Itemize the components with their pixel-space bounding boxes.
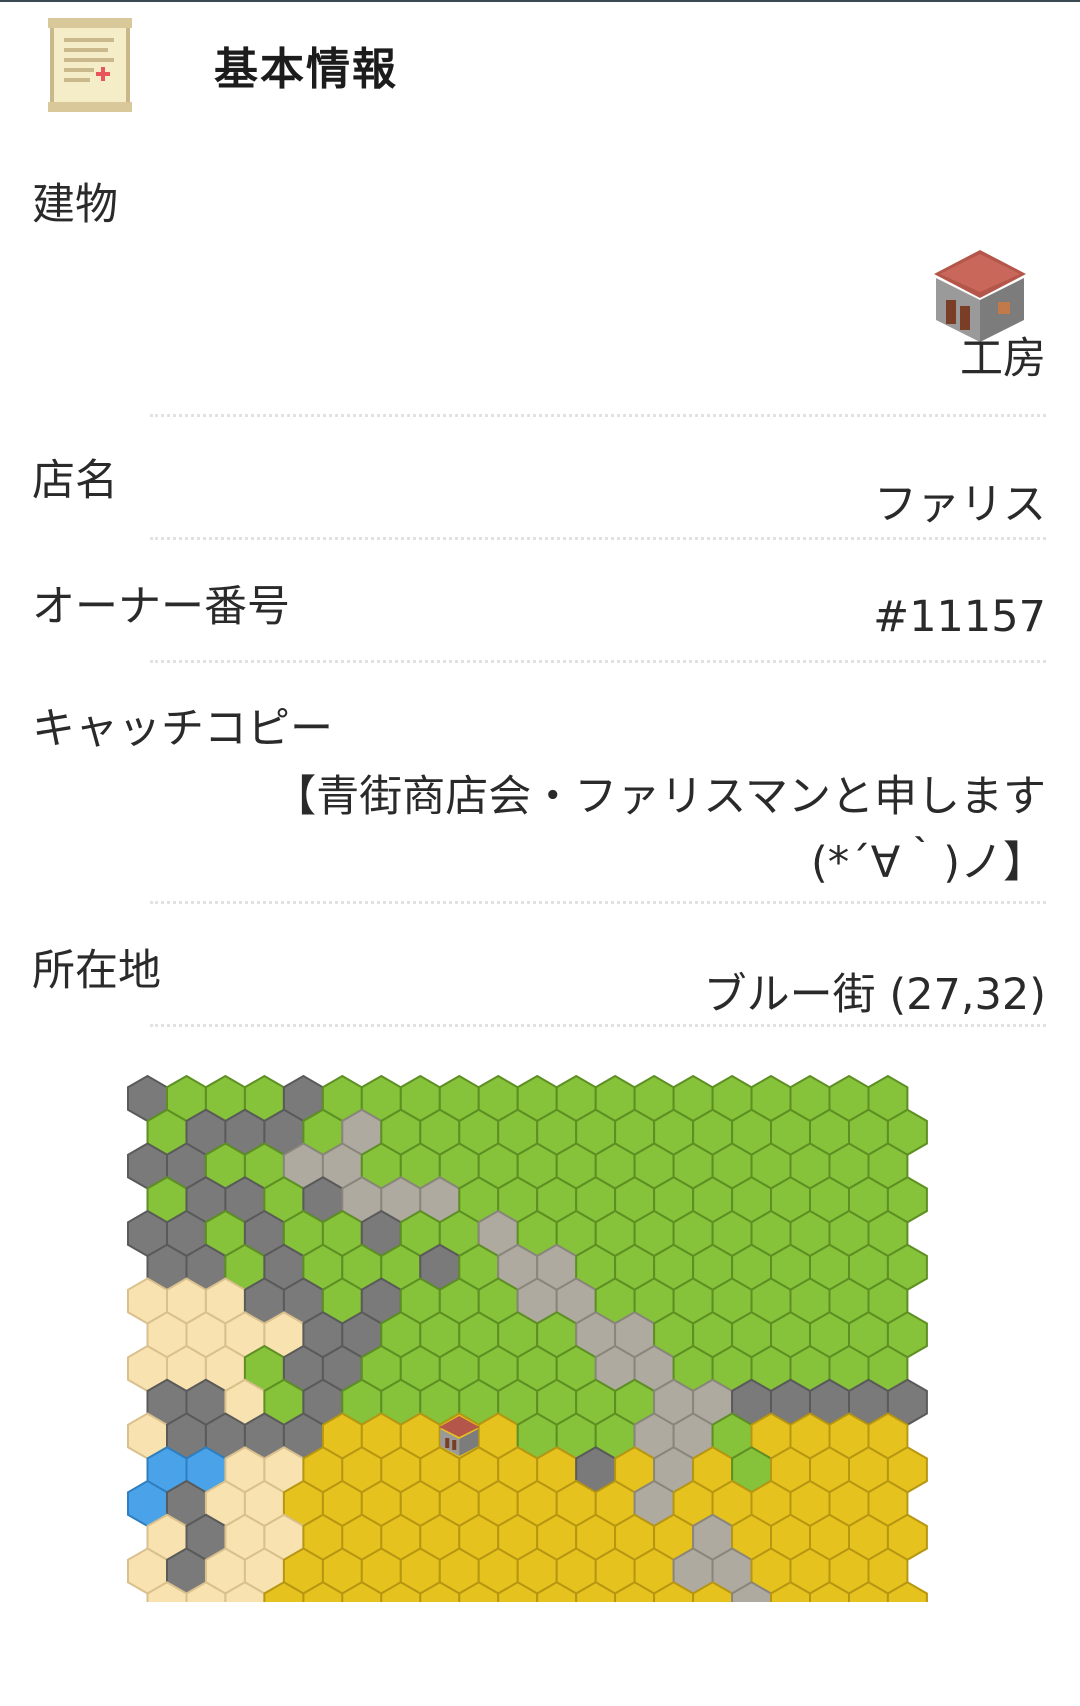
- building-label: 建物: [32, 180, 118, 230]
- location-label: 所在地: [32, 946, 161, 996]
- row-separator: [150, 660, 1046, 663]
- catchcopy-line-1: 【青街商店会・ファリスマンと申します: [273, 772, 1046, 822]
- row-separator: [150, 537, 1046, 540]
- scroll-icon: [48, 18, 132, 112]
- section-title: 基本情報: [214, 44, 398, 95]
- building-value: 工房: [960, 334, 1046, 384]
- row-separator: [150, 1024, 1046, 1027]
- owner-number-value: #11157: [873, 592, 1046, 642]
- shop-name-value: ファリス: [874, 480, 1046, 530]
- location-value: ブルー街 (27,32): [703, 970, 1046, 1020]
- location-hex-map[interactable]: [126, 1074, 948, 1602]
- row-separator: [150, 901, 1046, 904]
- top-divider: [0, 0, 1080, 2]
- catchcopy-value: 【青街商店会・ファリスマンと申します (*´∀｀)ノ】: [273, 764, 1046, 896]
- catchcopy-label: キャッチコピー: [32, 704, 333, 754]
- section-header: 基本情報: [44, 16, 398, 114]
- owner-number-label: オーナー番号: [32, 582, 290, 632]
- catchcopy-line-2: (*´∀｀)ノ】: [811, 838, 1046, 888]
- row-separator: [150, 414, 1046, 417]
- shop-name-label: 店名: [32, 456, 118, 506]
